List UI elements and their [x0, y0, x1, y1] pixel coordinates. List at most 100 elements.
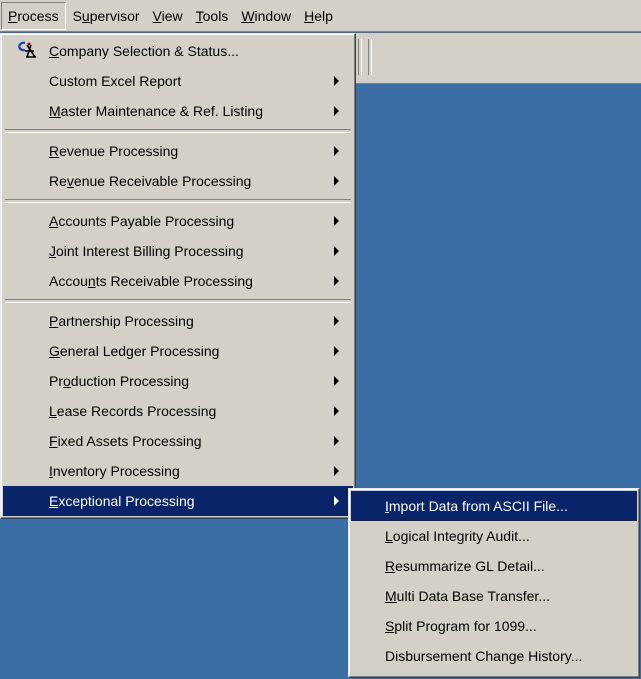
label-key: H — [304, 7, 315, 24]
label-key: F — [49, 433, 58, 449]
label-post: indow — [254, 7, 292, 24]
menu-separator — [5, 199, 351, 203]
label-post: aster Maintenance & Ref. Listing — [60, 103, 264, 119]
menu-tools[interactable]: Tools — [190, 2, 235, 30]
label-key: A — [49, 213, 59, 229]
submenu-item-logical-integrity-audit[interactable]: Logical Integrity Audit... — [351, 521, 637, 551]
label-post: pervisor — [89, 7, 140, 24]
submenu-item-disbursement-change-history[interactable]: Disbursement Change History... — [351, 641, 637, 671]
label-key: u — [81, 7, 90, 24]
label-post: oint Interest Billing Processing — [56, 243, 244, 259]
menu-item-revenue-receivable[interactable]: Revenue Receivable Processing — [3, 166, 353, 196]
label-post: ools — [202, 7, 229, 24]
menu-view[interactable]: View — [147, 2, 189, 30]
submenu-item-multi-database-transfer[interactable]: Multi Data Base Transfer... — [351, 581, 637, 611]
menu-item-fixed-assets[interactable]: Fixed Assets Processing — [3, 426, 353, 456]
label-key: n — [87, 273, 96, 289]
submenu-arrow-icon — [334, 76, 339, 86]
submenu-arrow-icon — [334, 466, 339, 476]
submenu-arrow-icon — [334, 406, 339, 416]
label-key: G — [49, 343, 60, 359]
menu-item-exceptional-processing[interactable]: Exceptional Processing — [3, 486, 353, 516]
label-post: enue Receivable Processing — [73, 173, 252, 189]
label-post: ompany Selection & Status... — [59, 43, 239, 59]
label-key: P — [49, 313, 59, 329]
submenu-arrow-icon — [334, 246, 339, 256]
label-key: R — [385, 558, 396, 574]
menu-item-accounts-payable[interactable]: Accounts Payable Processing — [3, 206, 353, 236]
label-pre: Re — [49, 173, 67, 189]
submenu-arrow-icon — [334, 346, 339, 356]
label-post: mport Data from ASCII File... — [388, 498, 568, 514]
label-post: ixed Assets Processing — [57, 433, 202, 449]
label-pre: Pr — [49, 373, 63, 389]
menu-item-lease-records[interactable]: Lease Records Processing — [3, 396, 353, 426]
label-post: plit Program for 1099... — [394, 618, 537, 634]
label-post: artnership Processing — [58, 313, 194, 329]
label-key: C — [49, 43, 60, 59]
menu-item-inventory[interactable]: Inventory Processing — [3, 456, 353, 486]
label-key: S — [385, 618, 395, 634]
toolbar-separator — [368, 39, 372, 75]
label-post: ccounts Payable Processing — [58, 213, 235, 229]
label-key: E — [49, 493, 59, 509]
label-post: nventory Processing — [52, 463, 180, 479]
label-key: T — [195, 7, 203, 24]
label-pre: Accou — [49, 273, 88, 289]
label-key: L — [385, 528, 393, 544]
menu-item-master-maintenance[interactable]: Master Maintenance & Ref. Listing — [3, 96, 353, 126]
label-post: ogical Integrity Audit... — [392, 528, 530, 544]
label-key: o — [63, 373, 71, 389]
submenu-arrow-icon — [334, 316, 339, 326]
menu-window[interactable]: Window — [235, 2, 297, 30]
menu-process[interactable]: Process — [1, 1, 66, 30]
label-post: ease Records Processing — [56, 403, 217, 419]
exceptional-processing-submenu: Import Data from ASCII File... Logical I… — [348, 488, 640, 678]
toolbar-strip — [356, 33, 641, 84]
label-pre: Custom Excel Report — [49, 73, 182, 89]
menu-item-production[interactable]: Production Processing — [3, 366, 353, 396]
menu-item-revenue-processing[interactable]: Revenue Processing — [3, 136, 353, 166]
label-pre: Disbursement Change History... — [385, 648, 583, 664]
company-selection-icon — [17, 41, 36, 58]
submenu-arrow-icon — [334, 496, 339, 506]
submenu-item-import-ascii[interactable]: Import Data from ASCII File... — [351, 491, 637, 521]
menu-item-general-ledger[interactable]: General Ledger Processing — [3, 336, 353, 366]
label-post: eneral Ledger Processing — [59, 343, 220, 359]
label-key: L — [49, 403, 57, 419]
label-key: P — [8, 7, 18, 24]
submenu-arrow-icon — [334, 276, 339, 286]
label-post: esummarize GL Detail... — [395, 558, 545, 574]
submenu-item-resummarize-gl[interactable]: Resummarize GL Detail... — [351, 551, 637, 581]
label-key: M — [49, 103, 61, 119]
label-pre: S — [72, 7, 82, 24]
label-post: elp — [314, 7, 333, 24]
submenu-arrow-icon — [334, 106, 339, 116]
submenu-arrow-icon — [334, 146, 339, 156]
label-post: ts Receivable Processing — [95, 273, 253, 289]
label-post: iew — [161, 7, 183, 24]
submenu-item-split-program-1099[interactable]: Split Program for 1099... — [351, 611, 637, 641]
menu-separator — [5, 299, 351, 303]
submenu-arrow-icon — [334, 436, 339, 446]
toolbar-separator — [358, 39, 362, 75]
label-post: ulti Data Base Transfer... — [396, 588, 550, 604]
menu-item-company-selection[interactable]: Company Selection & Status... — [3, 36, 353, 66]
menu-supervisor[interactable]: Supervisor — [67, 2, 146, 30]
menu-item-accounts-receivable[interactable]: Accounts Receivable Processing — [3, 266, 353, 296]
menu-bar: Process Supervisor View Tools Window Hel… — [0, 0, 641, 32]
label-key: V — [152, 7, 162, 24]
label-post: evenue Processing — [59, 143, 179, 159]
submenu-arrow-icon — [334, 376, 339, 386]
label-post: duction Processing — [70, 373, 190, 389]
label-key: M — [385, 588, 397, 604]
submenu-arrow-icon — [334, 176, 339, 186]
menu-item-custom-excel-report[interactable]: Custom Excel Report — [3, 66, 353, 96]
menu-item-partnership[interactable]: Partnership Processing — [3, 306, 353, 336]
label-key: W — [241, 7, 255, 24]
submenu-arrow-icon — [334, 216, 339, 226]
label-post: rocess — [17, 7, 59, 24]
menu-item-joint-interest-billing[interactable]: Joint Interest Billing Processing — [3, 236, 353, 266]
menu-help[interactable]: Help — [298, 2, 339, 30]
label-key: v — [66, 173, 74, 189]
